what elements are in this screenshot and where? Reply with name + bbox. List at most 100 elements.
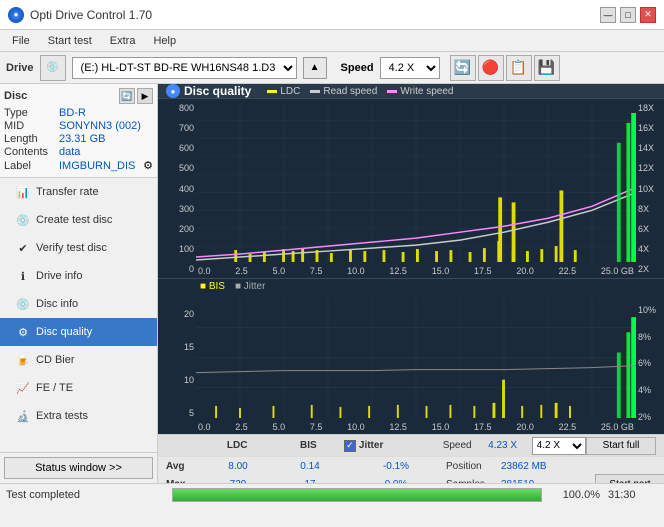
jitter-header-label: Jitter bbox=[359, 440, 383, 451]
sidebar-item-transfer-rate[interactable]: 📊 Transfer rate bbox=[0, 178, 157, 206]
drive-select[interactable]: (E:) HL-DT-ST BD-RE WH16NS48 1.D3 bbox=[72, 57, 297, 79]
drive-refresh-icon[interactable]: ▲ bbox=[303, 57, 327, 79]
progress-bar-container bbox=[172, 488, 542, 502]
menu-start-test[interactable]: Start test bbox=[40, 33, 100, 49]
disc-edit-icon[interactable]: ⚙ bbox=[143, 159, 153, 172]
disc-quality-title-text: Disc quality bbox=[184, 84, 251, 98]
create-test-disc-icon: 💿 bbox=[16, 213, 30, 227]
cd-bier-icon: 🍺 bbox=[16, 353, 30, 367]
title-bar: ● Opti Drive Control 1.70 — □ ✕ bbox=[0, 0, 664, 30]
write-color-dot bbox=[387, 90, 397, 93]
lower-chart-area bbox=[196, 297, 636, 418]
start-part-button[interactable]: Start part bbox=[595, 474, 664, 483]
max-bis: 17 bbox=[274, 479, 346, 484]
legend: LDC Read speed Write speed bbox=[267, 86, 453, 97]
close-button[interactable]: ✕ bbox=[640, 7, 656, 23]
sidebar-label-create-test-disc: Create test disc bbox=[36, 214, 112, 226]
avg-jitter: -0.1% bbox=[346, 461, 446, 472]
nav-items: 📊 Transfer rate 💿 Create test disc ✔ Ver… bbox=[0, 178, 157, 452]
sidebar-label-verify-test-disc: Verify test disc bbox=[36, 242, 107, 254]
disc-icons: 🔄 ▶ bbox=[119, 88, 153, 104]
start-full-button[interactable]: Start full bbox=[586, 437, 656, 455]
disc-contents-row: Contents data bbox=[4, 146, 153, 158]
start-part-area: Start part bbox=[589, 457, 664, 483]
disc-type-label: Type bbox=[4, 107, 59, 119]
speed-select[interactable]: 4.2 X bbox=[380, 57, 440, 79]
stats-ldc-header: LDC bbox=[202, 440, 273, 451]
disc-type-value: BD-R bbox=[59, 107, 86, 119]
disc-contents-value: data bbox=[59, 146, 80, 158]
drive-info-icon: ℹ bbox=[16, 269, 30, 283]
restore-button[interactable]: □ bbox=[620, 7, 636, 23]
max-ldc: 729 bbox=[202, 479, 274, 484]
drive-bar: Drive 💿 (E:) HL-DT-ST BD-RE WH16NS48 1.D… bbox=[0, 52, 664, 84]
menu-extra[interactable]: Extra bbox=[102, 33, 144, 49]
speed-header-select[interactable]: 4.2 X bbox=[532, 437, 586, 455]
app-title: Opti Drive Control 1.70 bbox=[30, 8, 152, 22]
sidebar-label-fe-te: FE / TE bbox=[36, 382, 73, 394]
copy-icon[interactable]: 📋 bbox=[506, 55, 532, 81]
disc-title: Disc bbox=[4, 90, 27, 102]
lower-chart-legend: ■ BIS ■ Jitter bbox=[200, 281, 265, 292]
sidebar-label-extra-tests: Extra tests bbox=[36, 410, 88, 422]
refresh-icon[interactable]: 🔄 bbox=[450, 55, 476, 81]
stats-table: Avg 8.00 0.14 -0.1% Position 23862 MB Ma… bbox=[158, 457, 589, 483]
disc-label-row: Label IMGBURN_DIS ⚙ bbox=[4, 159, 153, 172]
menu-help[interactable]: Help bbox=[145, 33, 184, 49]
stats-max-row: Max 729 17 0.0% Samples 381519 bbox=[158, 475, 589, 483]
max-jitter: 0.0% bbox=[346, 479, 446, 484]
upper-chart-area bbox=[196, 103, 636, 262]
drive-label: Drive bbox=[6, 62, 34, 74]
upper-x-axis: 0.0 2.5 5.0 7.5 10.0 12.5 15.0 17.5 20.0… bbox=[196, 264, 636, 278]
sidebar-label-drive-info: Drive info bbox=[36, 270, 82, 282]
save-icon[interactable]: 💾 bbox=[534, 55, 560, 81]
disc-quality-header: ● Disc quality LDC Read speed Write spee… bbox=[158, 84, 664, 99]
menu-bar: File Start test Extra Help bbox=[0, 30, 664, 52]
drive-eject-icon[interactable]: 💿 bbox=[40, 55, 66, 81]
disc-mid-value: SONYNN3 (002) bbox=[59, 120, 141, 132]
disc-mid-row: MID SONYNN3 (002) bbox=[4, 120, 153, 132]
sidebar: Disc 🔄 ▶ Type BD-R MID SONYNN3 (002) Len… bbox=[0, 84, 158, 483]
progress-bar-fill bbox=[173, 489, 541, 501]
disc-quality-icon: ⚙ bbox=[16, 325, 30, 339]
status-window-button[interactable]: Status window >> bbox=[4, 457, 153, 479]
title-controls: — □ ✕ bbox=[600, 7, 656, 23]
samples-label: Samples bbox=[446, 479, 501, 484]
title-bar-left: ● Opti Drive Control 1.70 bbox=[8, 7, 152, 23]
max-label: Max bbox=[166, 479, 202, 484]
sidebar-item-disc-info[interactable]: 💿 Disc info bbox=[0, 290, 157, 318]
ldc-color-dot bbox=[267, 90, 277, 93]
speed-value: 4.23 X bbox=[488, 440, 531, 451]
upper-y-axis-left: 800 700 600 500 400 300 200 100 0 bbox=[158, 99, 196, 278]
record-icon[interactable]: 🔴 bbox=[478, 55, 504, 81]
stats-data-area: Avg 8.00 0.14 -0.1% Position 23862 MB Ma… bbox=[158, 457, 664, 483]
status-text: Test completed bbox=[6, 489, 164, 501]
time-elapsed: 31:30 bbox=[608, 489, 658, 501]
stats-avg-row: Avg 8.00 0.14 -0.1% Position 23862 MB bbox=[158, 457, 589, 475]
legend-write: Write speed bbox=[387, 86, 453, 97]
sidebar-item-verify-test-disc[interactable]: ✔ Verify test disc bbox=[0, 234, 157, 262]
disc-refresh-icon[interactable]: 🔄 bbox=[119, 88, 135, 104]
disc-info-icon[interactable]: ▶ bbox=[137, 88, 153, 104]
sidebar-item-fe-te[interactable]: 📈 FE / TE bbox=[0, 374, 157, 402]
jitter-legend: ■ Jitter bbox=[235, 281, 266, 292]
menu-file[interactable]: File bbox=[4, 33, 38, 49]
disc-label-label: Label bbox=[4, 160, 59, 172]
sidebar-label-transfer-rate: Transfer rate bbox=[36, 186, 99, 198]
jitter-checkbox[interactable]: ✓ bbox=[344, 440, 356, 452]
bis-legend: ■ BIS bbox=[200, 281, 225, 292]
app-icon: ● bbox=[8, 7, 24, 23]
sidebar-item-drive-info[interactable]: ℹ Drive info bbox=[0, 262, 157, 290]
position-value: 23862 MB bbox=[501, 461, 581, 472]
sidebar-item-disc-quality[interactable]: ⚙ Disc quality bbox=[0, 318, 157, 346]
minimize-button[interactable]: — bbox=[600, 7, 616, 23]
disc-info-panel: Disc 🔄 ▶ Type BD-R MID SONYNN3 (002) Len… bbox=[0, 84, 157, 178]
sidebar-item-extra-tests[interactable]: 🔬 Extra tests bbox=[0, 402, 157, 430]
verify-test-disc-icon: ✔ bbox=[16, 241, 30, 255]
legend-read: Read speed bbox=[310, 86, 377, 97]
lower-x-axis: 0.0 2.5 5.0 7.5 10.0 12.5 15.0 17.5 20.0… bbox=[196, 420, 636, 434]
disc-label-value: IMGBURN_DIS bbox=[59, 160, 135, 172]
sidebar-item-cd-bier[interactable]: 🍺 CD Bier bbox=[0, 346, 157, 374]
samples-value: 381519 bbox=[501, 479, 534, 484]
sidebar-item-create-test-disc[interactable]: 💿 Create test disc bbox=[0, 206, 157, 234]
